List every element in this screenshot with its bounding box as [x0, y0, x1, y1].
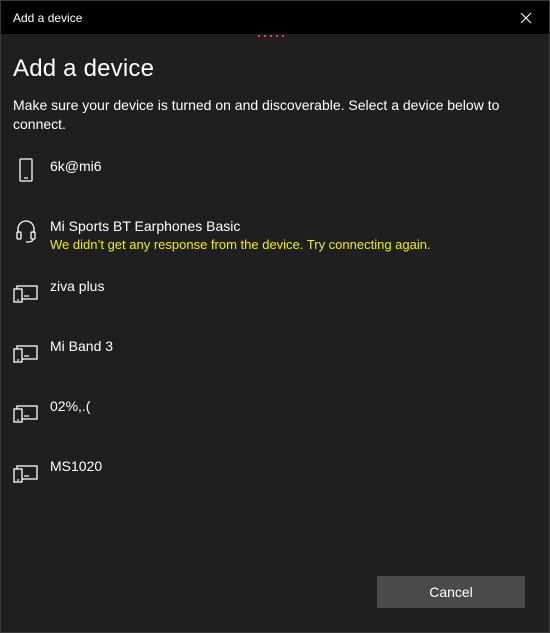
device-name: ziva plus [50, 278, 105, 294]
page-title: Add a device [13, 55, 155, 82]
title-bar: Add a device [1, 1, 549, 34]
cancel-button[interactable]: Cancel [377, 576, 525, 608]
devices-icon [13, 285, 38, 303]
headset-icon [16, 220, 36, 243]
device-item[interactable]: 6k@mi6 [1, 149, 549, 209]
devices-icon [13, 345, 38, 363]
add-device-window: Add a device Add a device Make sure your… [0, 0, 550, 633]
device-list: 6k@mi6 Mi Sports BT Earphones Basic We d… [1, 149, 549, 509]
device-item[interactable]: MS1020 [1, 449, 549, 509]
device-item[interactable]: 02%,.( [1, 389, 549, 449]
device-name: Mi Sports BT Earphones Basic [50, 218, 241, 234]
devices-icon [13, 465, 38, 483]
devices-icon [13, 405, 38, 423]
device-error-message: We didn’t get any response from the devi… [50, 237, 431, 252]
progress-indicator [258, 35, 284, 37]
instructions-text: Make sure your device is turned on and d… [13, 97, 500, 132]
window-title: Add a device [13, 11, 83, 25]
device-name: Mi Band 3 [50, 338, 114, 354]
close-icon [520, 12, 532, 23]
device-item[interactable]: Mi Sports BT Earphones Basic We didn’t g… [1, 209, 549, 269]
phone-icon [19, 158, 33, 182]
device-name: 6k@mi6 [50, 158, 102, 174]
device-item[interactable]: ziva plus [1, 269, 549, 329]
device-item[interactable]: Mi Band 3 [1, 329, 549, 389]
close-button[interactable] [503, 1, 549, 34]
device-name: MS1020 [50, 458, 103, 474]
device-name: 02%,.( [50, 398, 91, 414]
